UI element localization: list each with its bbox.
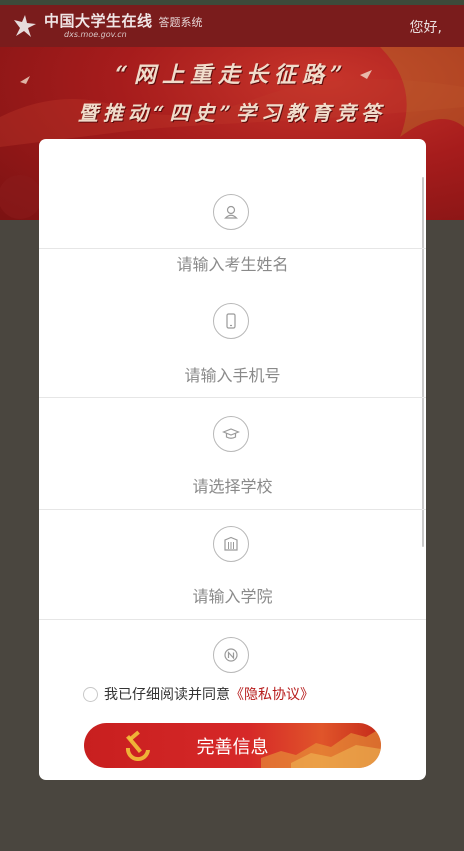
- user-greeting: 您好,: [409, 20, 442, 36]
- site-logo[interactable]: 中国大学生在线 答题系统 dxs.moe.gov.cn: [12, 14, 203, 39]
- logo-domain: dxs.moe.gov.cn: [64, 30, 127, 39]
- graduation-cap-icon: [213, 416, 249, 452]
- privacy-agreement: 我已仔细阅读并同意 《隐私协议》: [83, 684, 314, 704]
- banner-title-line2: 暨推动“四史”学习教育竞答: [77, 101, 386, 125]
- site-header: 中国大学生在线 答题系统 dxs.moe.gov.cn 您好,: [0, 5, 464, 47]
- info-form-dialog: 请输入考生姓名 请输入手机号 请选择学校 请输入学院 我已仔细阅读并同意 《隐私…: [39, 139, 426, 780]
- phone-field-placeholder: 请输入手机号: [184, 366, 281, 385]
- complete-info-button[interactable]: 完善信息: [84, 723, 381, 768]
- banner-title-line1: “网上重走长征路”: [115, 62, 349, 88]
- school-field[interactable]: 请选择学校: [39, 400, 426, 510]
- privacy-policy-link[interactable]: 《隐私协议》: [230, 684, 314, 704]
- name-field-placeholder: 请输入考生姓名: [176, 255, 289, 274]
- college-field[interactable]: 请输入学院: [39, 510, 426, 620]
- person-icon: [213, 194, 249, 230]
- phone-field[interactable]: 请输入手机号: [39, 288, 426, 398]
- name-field[interactable]: 请输入考生姓名: [39, 139, 426, 274]
- great-wall-decoration: [261, 728, 381, 768]
- hammer-sickle-icon: [125, 730, 150, 762]
- logo-subtitle: 答题系统: [158, 16, 203, 29]
- college-badge-icon: [213, 637, 249, 673]
- building-icon: [213, 526, 249, 562]
- next-field[interactable]: [39, 620, 426, 730]
- agree-text: 我已仔细阅读并同意: [104, 687, 230, 703]
- college-field-placeholder: 请输入学院: [192, 587, 273, 606]
- submit-button-label: 完善信息: [196, 736, 269, 758]
- logo-title: 中国大学生在线: [44, 12, 153, 30]
- logo-star-icon: [14, 15, 36, 37]
- phone-icon: [213, 303, 249, 339]
- agree-radio[interactable]: [83, 686, 98, 702]
- school-field-placeholder: 请选择学校: [192, 477, 273, 496]
